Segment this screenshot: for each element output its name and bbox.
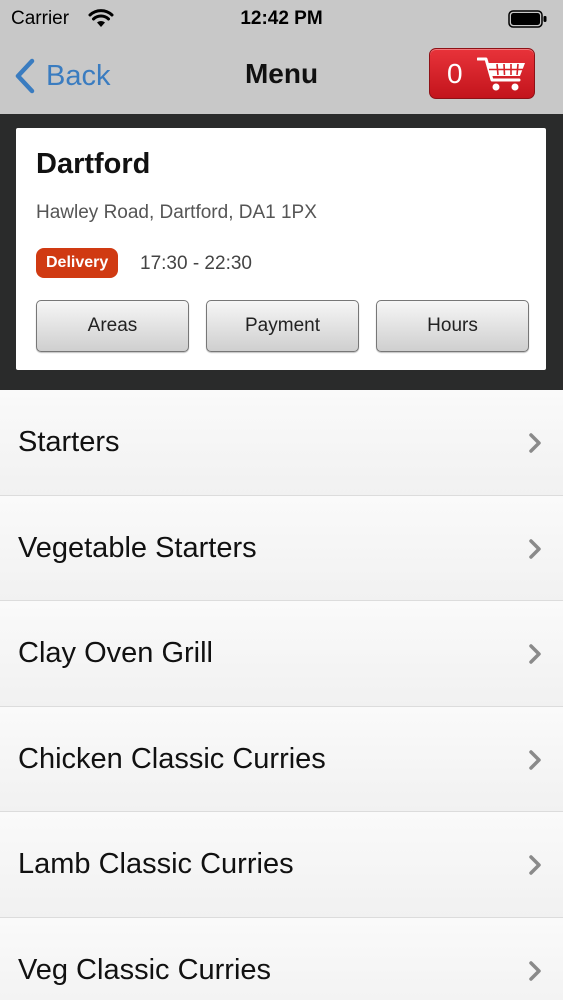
- menu-item-lamb-classic-curries[interactable]: Lamb Classic Curries: [0, 812, 563, 918]
- back-button[interactable]: Back: [14, 56, 110, 96]
- shopping-cart-icon: [477, 57, 525, 90]
- menu-item-label: Clay Oven Grill: [18, 637, 213, 669]
- menu-item-label: Chicken Classic Curries: [18, 742, 326, 775]
- menu-item-vegetable-starters[interactable]: Vegetable Starters: [0, 495, 563, 601]
- cart-count: 0: [447, 57, 463, 89]
- chevron-right-icon: [529, 644, 541, 664]
- battery-icon: [508, 10, 547, 28]
- store-address: Hawley Road, Dartford, DA1 1PX: [36, 202, 317, 223]
- cart-button[interactable]: 0: [429, 48, 535, 99]
- navigation-bar: Back Menu 0: [0, 38, 563, 114]
- chevron-right-icon: [529, 749, 541, 770]
- hours-button[interactable]: Hours: [376, 300, 529, 352]
- menu-category-list: Starters Vegetable Starters Clay Oven Gr…: [0, 390, 563, 1000]
- menu-item-clay-oven-grill[interactable]: Clay Oven Grill: [0, 601, 563, 707]
- back-label: Back: [46, 59, 111, 92]
- chevron-right-icon: [529, 433, 541, 453]
- clock: 12:42 PM: [240, 8, 323, 29]
- store-card: Dartford Hawley Road, Dartford, DA1 1PX …: [16, 128, 546, 370]
- status-bar: Carrier 12:42 PM: [0, 0, 563, 38]
- chevron-right-icon: [529, 855, 541, 875]
- store-panel: Dartford Hawley Road, Dartford, DA1 1PX …: [0, 114, 563, 390]
- menu-item-label: Vegetable Starters: [18, 531, 257, 564]
- menu-item-label: Starters: [18, 426, 120, 458]
- menu-item-chicken-classic-curries[interactable]: Chicken Classic Curries: [0, 706, 563, 812]
- areas-button[interactable]: Areas: [36, 300, 189, 352]
- delivery-badge: Delivery: [36, 248, 119, 278]
- chevron-right-icon: [529, 538, 541, 559]
- menu-item-starters[interactable]: Starters: [0, 390, 563, 496]
- menu-item-label: Veg Classic Curries: [18, 953, 272, 986]
- delivery-hours: 17:30 - 22:30: [140, 253, 252, 274]
- menu-item-label: Lamb Classic Curries: [18, 848, 294, 880]
- payment-button[interactable]: Payment: [206, 300, 359, 352]
- chevron-left-icon: [15, 58, 35, 94]
- chevron-right-icon: [529, 960, 541, 981]
- store-name: Dartford: [36, 148, 151, 180]
- menu-item-veg-classic-curries[interactable]: Veg Classic Curries: [0, 917, 563, 1000]
